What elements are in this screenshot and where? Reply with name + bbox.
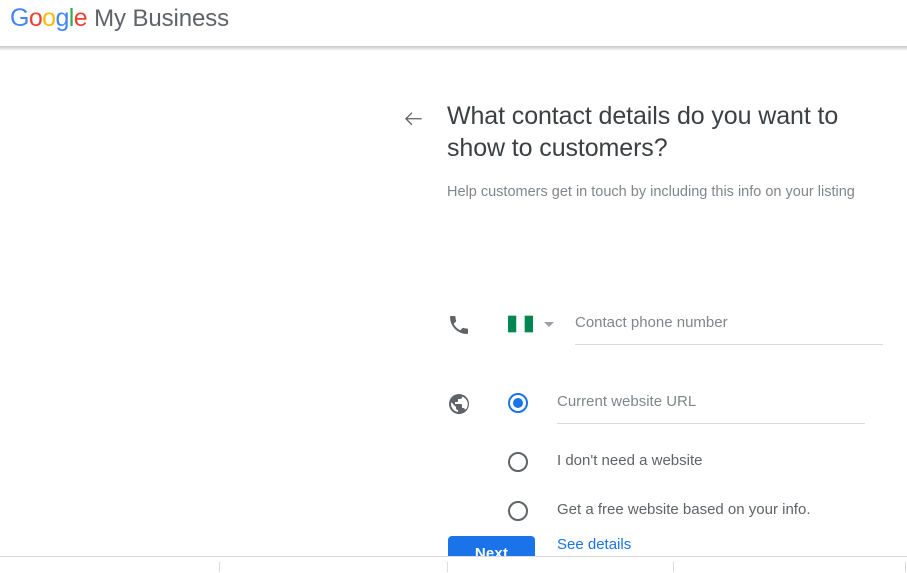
bottom-bar-tick-4 [905, 562, 906, 572]
radio-current-url[interactable] [508, 393, 528, 413]
google-logo-letter-o2: o [42, 4, 56, 32]
radio-no-website[interactable] [508, 452, 528, 472]
brand-suffix-label: My Business [94, 5, 230, 32]
google-logo-letter-g2: g [55, 4, 69, 32]
country-code-selector[interactable] [508, 315, 554, 333]
google-logo-letter-g1: G [10, 4, 29, 32]
nigeria-flag-icon [508, 315, 533, 333]
google-logo-letter-e: e [73, 4, 88, 32]
bottom-bar-tick-3 [673, 562, 674, 572]
website-url-input[interactable]: Current website URL [557, 392, 865, 424]
phone-field-row: Contact phone number [447, 313, 883, 345]
brand-logo[interactable]: Google My Business [10, 4, 229, 33]
google-logo-letter-o1: o [28, 4, 43, 32]
chevron-down-icon [544, 321, 554, 327]
app-header: Google My Business [0, 0, 907, 46]
radio-free-website[interactable] [508, 501, 528, 521]
phone-number-input[interactable]: Contact phone number [575, 313, 883, 345]
website-option-current-url[interactable]: Current website URL [508, 392, 865, 424]
google-logo: Google [10, 4, 88, 33]
arrow-left-icon [404, 112, 422, 126]
website-option-no-website[interactable]: I don't need a website [508, 451, 865, 472]
page-title: What contact details do you want to show… [447, 102, 839, 162]
website-option-no-website-label: I don't need a website [557, 452, 703, 469]
see-details-link[interactable]: See details [557, 535, 631, 555]
bottom-status-bar [0, 556, 907, 573]
back-button[interactable] [400, 106, 426, 132]
page-subtitle: Help customers get in touch by including… [447, 184, 855, 200]
contact-details-form: What contact details do you want to show… [404, 100, 883, 553]
website-option-free-website-label: Get a free website based on your info. [557, 501, 811, 518]
website-url-placeholder: Current website URL [557, 393, 697, 410]
phone-icon [447, 313, 471, 337]
phone-number-placeholder: Contact phone number [575, 314, 728, 331]
bottom-bar-tick-2 [447, 562, 448, 572]
bottom-bar-tick-1 [219, 562, 220, 572]
website-field-row: Current website URL I don't need a websi… [447, 392, 865, 555]
main-content: What contact details do you want to show… [0, 51, 907, 556]
globe-icon [447, 392, 471, 416]
website-option-free-website[interactable]: Get a free website based on your info. [508, 500, 865, 521]
website-option-group: Current website URL I don't need a websi… [508, 392, 865, 555]
